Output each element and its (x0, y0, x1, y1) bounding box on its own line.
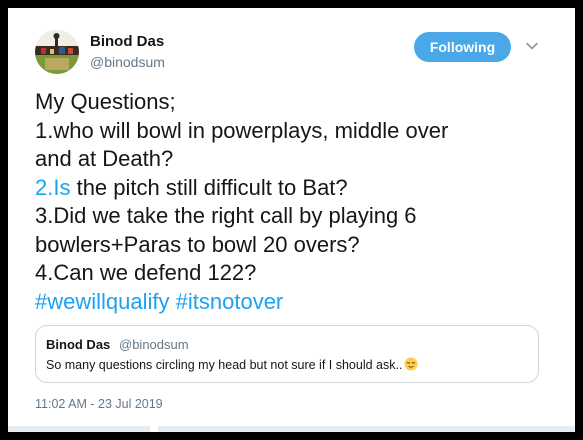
author-handle[interactable]: @binodsum (90, 54, 165, 70)
tweet-line: and at Death? (35, 146, 174, 171)
hashtag-link[interactable]: #itsnotover (176, 289, 284, 314)
tweet-card: Binod Das @binodsum Following My Questio… (8, 8, 575, 432)
tweet-timestamp[interactable]: 11:02 AM - 23 Jul 2019 (35, 397, 163, 411)
tweet-text: My Questions; 1.who will bowl in powerpl… (35, 88, 565, 316)
author-name[interactable]: Binod Das (90, 33, 164, 50)
relieved-face-emoji-icon (404, 357, 418, 371)
chevron-down-icon[interactable] (525, 39, 539, 53)
tweet-link[interactable]: 2.Is (35, 175, 70, 200)
quoted-text: So many questions circling my head but n… (46, 358, 403, 372)
tweet-line: 1.who will bowl in powerplays, middle ov… (35, 117, 449, 143)
tweet-line: bowlers+Paras to bowl 20 overs? (35, 231, 360, 257)
quoted-tweet[interactable]: Binod Das @binodsum So many questions ci… (35, 325, 539, 383)
divider (8, 426, 575, 432)
following-button[interactable]: Following (414, 32, 511, 62)
author-avatar[interactable] (35, 30, 79, 74)
tweet-line: 2.Is the pitch still difficult to Bat? (35, 174, 565, 203)
quoted-author-handle: @binodsum (119, 337, 189, 352)
tweet-line-text: the pitch still difficult to Bat? (70, 174, 348, 200)
quoted-tweet-text: So many questions circling my head but n… (46, 357, 418, 372)
hashtag-link[interactable]: #wewillqualify (35, 289, 170, 314)
tweet-line: My Questions; (35, 89, 176, 114)
avatar-photo-icon (35, 30, 79, 74)
tweet-line: 3.Did we take the right call by playing … (35, 203, 417, 228)
tweet-hashtags: #wewillqualify #itsnotover (35, 288, 565, 317)
quoted-author-name: Binod Das (46, 337, 111, 352)
tweet-line: 4.Can we defend 122? (35, 260, 257, 285)
